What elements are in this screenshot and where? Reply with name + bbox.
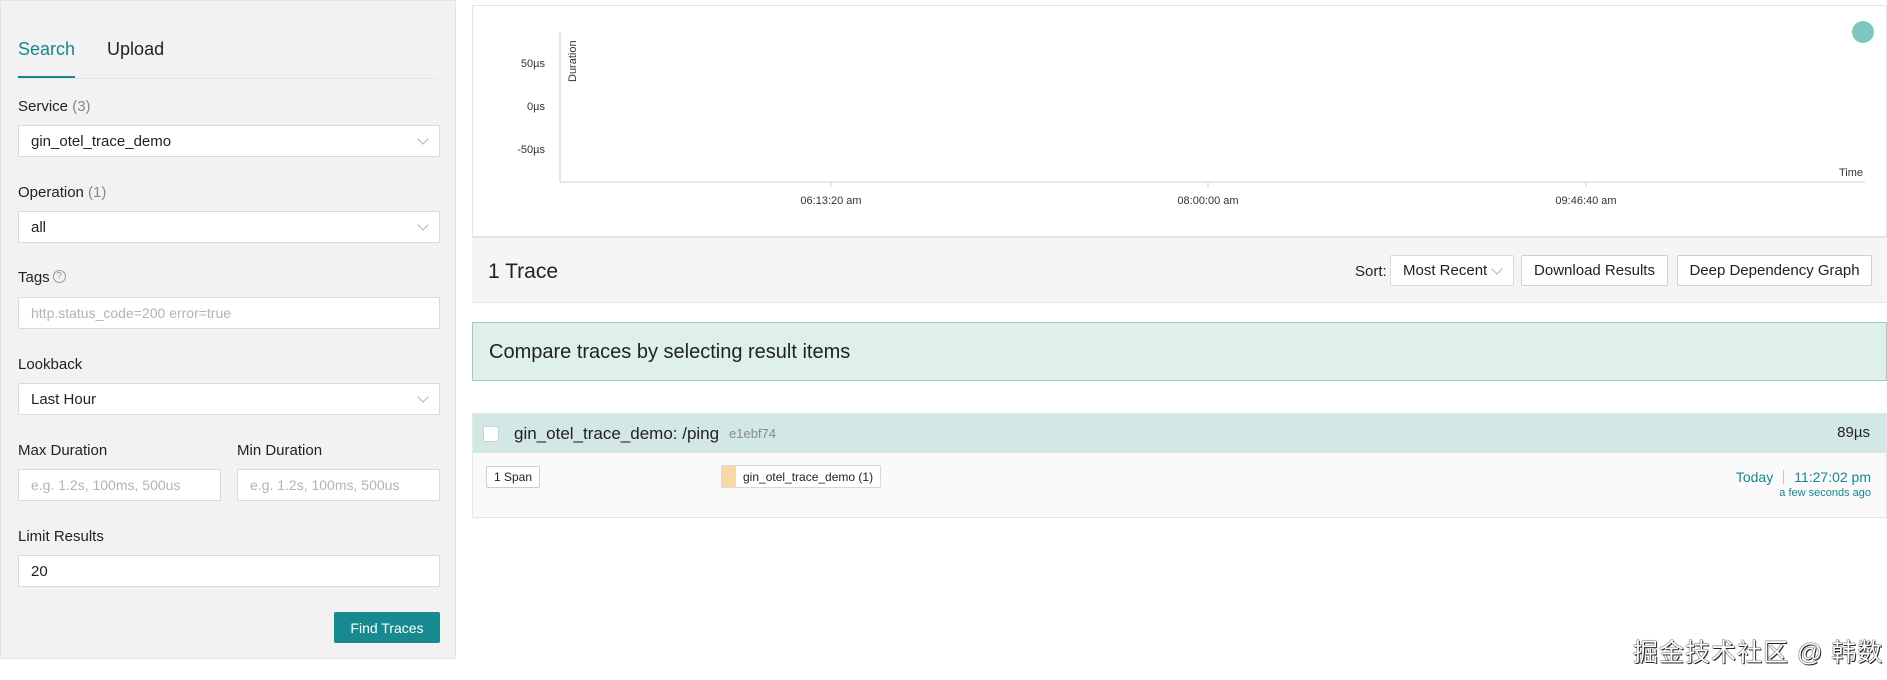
limit-results-input[interactable]: 20 [18,555,440,587]
results-summary-bar: 1 Trace Sort: Most Recent Download Resul… [472,237,1887,303]
compare-banner: Compare traces by selecting result items [472,322,1887,381]
service-select-value: gin_otel_trace_demo [31,132,172,150]
lookback-select-value: Last Hour [31,390,97,408]
search-panel: Search Upload Service (3) gin_otel_trace… [0,0,456,659]
trace-result-header[interactable]: gin_otel_trace_demo: /ping e1ebf74 89µs [473,414,1886,453]
service-select[interactable]: gin_otel_trace_demo [18,125,440,157]
lookback-select[interactable]: Last Hour [18,383,440,415]
tags-label-text: Tags [18,269,50,286]
operation-label-text: Operation [18,184,84,201]
deep-dependency-graph-button[interactable]: Deep Dependency Graph [1677,255,1872,286]
chevron-down-icon [417,391,429,403]
sort-select[interactable]: Most Recent [1390,255,1514,286]
limit-results-value: 20 [31,562,48,580]
x-tick-label: 09:46:40 am [1555,195,1616,207]
sort-label: Sort: [1355,263,1387,280]
operation-label: Operation (1) [18,184,106,201]
tags-placeholder: http.status_code=200 error=true [31,305,232,321]
x-tick-label: 08:00:00 am [1177,195,1238,207]
operation-select[interactable]: all [18,211,440,243]
y-tick-label: 50µs [521,58,546,70]
compare-banner-text: Compare traces by selecting result items [489,341,851,363]
tab-upload[interactable]: Upload [107,39,164,78]
chevron-down-icon [417,133,429,145]
trace-start-time: Today 11:27:02 pm a few seconds ago [1736,469,1871,499]
service-count: (3) [72,98,91,115]
y-axis-title: Duration [567,40,579,82]
tags-input[interactable]: http.status_code=200 error=true [18,297,440,329]
help-icon[interactable]: ? [52,270,66,283]
trace-point[interactable] [1852,21,1874,43]
span-count-badge: 1 Span [486,466,541,488]
tags-label: Tags? [18,269,66,286]
tabs-divider [18,78,438,79]
trace-duration: 89µs [1837,424,1870,441]
trace-scatter-plot: Duration Time 50µs 0µs -50µs 06:13:20 am 08:… [472,5,1887,237]
y-tick-label: -50µs [517,144,545,156]
max-duration-placeholder: e.g. 1.2s, 100ms, 500us [31,477,181,493]
chevron-down-icon [1491,263,1503,275]
find-traces-button[interactable]: Find Traces [334,612,440,643]
max-duration-label-text: Max Duration [18,442,108,459]
trace-count: 1 Trace [488,260,559,283]
operation-select-value: all [31,218,47,236]
trace-result-item[interactable]: gin_otel_trace_demo: /ping e1ebf74 89µs … [472,413,1887,518]
sort-select-value: Most Recent [1403,262,1488,279]
limit-results-label-text: Limit Results [18,528,104,545]
min-duration-label: Min Duration [237,442,322,459]
search-tabs: Search Upload [18,39,164,78]
watermark-text: 掘金技术社区 @ 韩数 [1633,639,1884,667]
lookback-label: Lookback [18,356,82,373]
lookback-label-text: Lookback [18,356,83,373]
y-tick-label: 0µs [527,101,545,113]
time-separator [1783,470,1785,484]
operation-count: (1) [88,184,107,201]
trace-title[interactable]: gin_otel_trace_demo: /ping [514,424,719,444]
service-tag-label: gin_otel_trace_demo (1) [743,469,874,484]
trace-day: Today [1735,469,1774,485]
x-tick-label: 06:13:20 am [800,195,861,207]
service-color-swatch [722,466,736,487]
max-duration-label: Max Duration [18,442,107,459]
download-results-button[interactable]: Download Results [1521,255,1668,286]
trace-id: e1ebf74 [729,426,776,441]
limit-results-label: Limit Results [18,528,104,545]
service-label: Service (3) [18,98,91,115]
min-duration-label-text: Min Duration [237,442,323,459]
trace-select-checkbox[interactable] [483,426,499,442]
min-duration-placeholder: e.g. 1.2s, 100ms, 500us [250,477,400,493]
max-duration-input[interactable]: e.g. 1.2s, 100ms, 500us [18,469,221,501]
scatter-plot-svg: Duration Time 50µs 0µs -50µs 06:13:20 am 08:… [517,21,1874,207]
trace-relative-time: a few seconds ago [1779,487,1871,499]
min-duration-input[interactable]: e.g. 1.2s, 100ms, 500us [237,469,440,501]
x-axis-title: Time [1839,167,1863,179]
trace-time: 11:27:02 pm [1794,469,1871,485]
service-tag: gin_otel_trace_demo (1) [721,465,882,488]
service-label-text: Service [18,98,69,115]
tab-search[interactable]: Search [18,39,76,78]
chevron-down-icon [417,219,429,231]
